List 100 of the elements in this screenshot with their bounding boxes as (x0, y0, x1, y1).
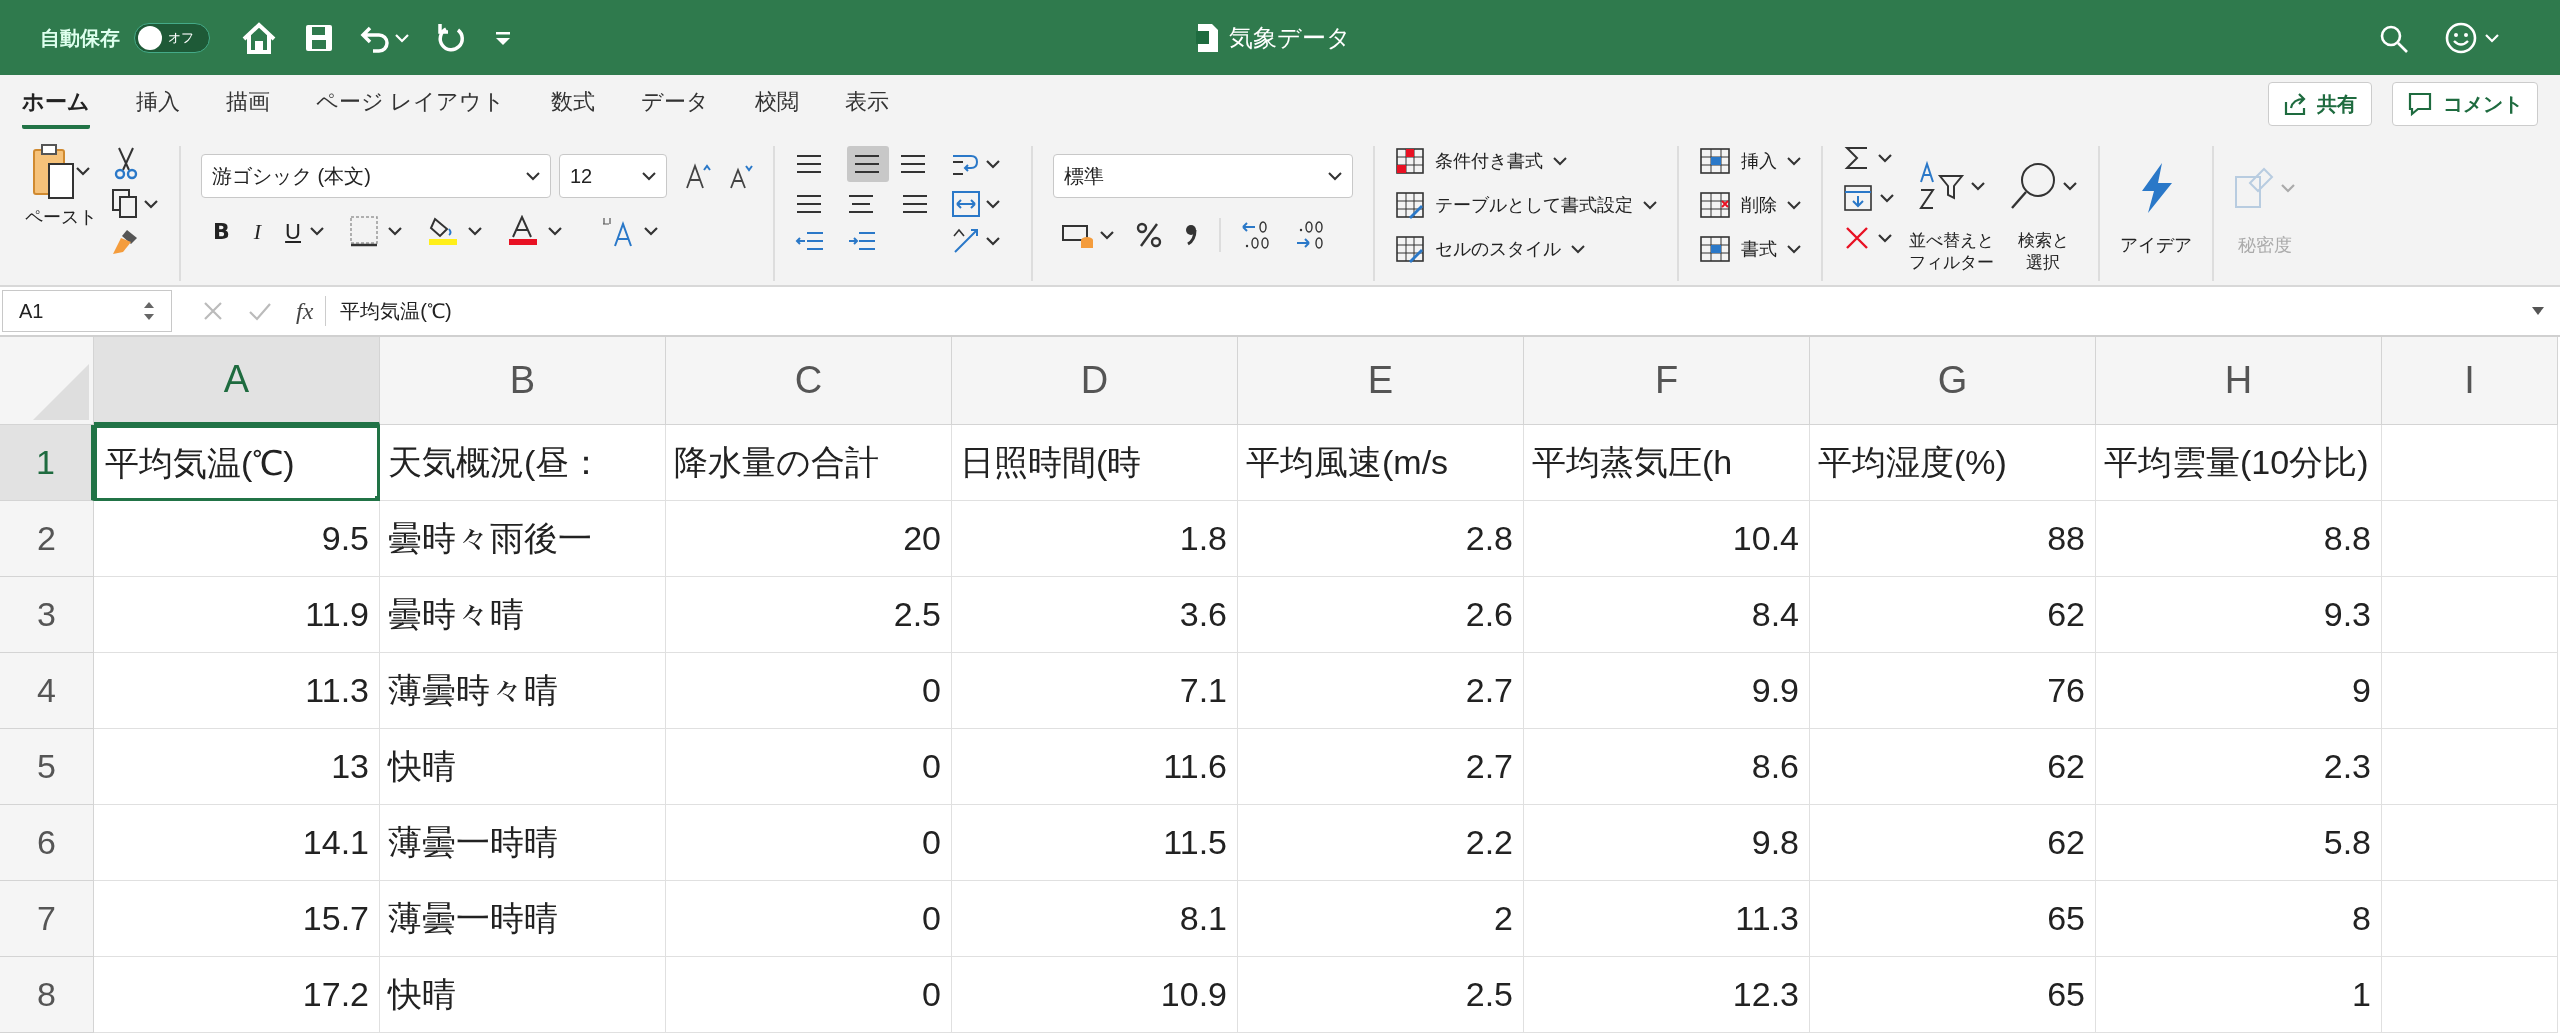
column-header[interactable]: F (1524, 337, 1810, 425)
ribbon-tab[interactable]: 表示 (845, 78, 890, 129)
sort-filter-button[interactable]: 並べ替えと フィルター (1909, 142, 1994, 274)
ribbon-tab[interactable]: 挿入 (136, 78, 180, 129)
dropdown-caret-icon[interactable] (547, 224, 563, 238)
dropdown-caret-icon[interactable] (75, 164, 91, 178)
autosave-toggle[interactable]: オフ (134, 22, 210, 53)
cells-menu-item[interactable]: 削除 (1699, 188, 1801, 222)
number-format-dropdown[interactable]: 標準 (1053, 154, 1353, 198)
insert-function-button[interactable]: fx (296, 293, 314, 329)
increase-indent-icon[interactable] (847, 229, 877, 253)
column-header[interactable]: E (1238, 337, 1524, 425)
conditional-format-icon[interactable] (1395, 147, 1425, 175)
borders-icon[interactable] (349, 215, 379, 247)
dropdown-caret-icon[interactable] (985, 234, 1001, 248)
ribbon-tab[interactable]: 数式 (551, 78, 596, 129)
dropdown-caret-icon[interactable] (309, 224, 325, 238)
dropdown-caret-icon[interactable] (643, 224, 659, 238)
dropdown-caret-icon[interactable] (1877, 151, 1893, 165)
comma-style-icon[interactable] (1183, 222, 1199, 248)
column-header[interactable]: B (380, 337, 666, 425)
format-as-table-icon[interactable] (1395, 191, 1425, 219)
dropdown-caret-icon[interactable] (1553, 156, 1567, 166)
underline-button[interactable]: U (285, 214, 301, 248)
font-size-dropdown[interactable]: 12 (559, 154, 667, 198)
row-header[interactable]: 3 (0, 577, 94, 653)
dropdown-caret-icon[interactable] (1571, 244, 1585, 254)
dropdown-caret-icon[interactable] (1969, 179, 1986, 193)
dropdown-caret-icon[interactable] (985, 157, 1001, 171)
increase-font-size-icon[interactable] (685, 162, 711, 190)
table-cell-text: 8.8 (2323, 518, 2371, 559)
italic-button[interactable]: I (253, 214, 262, 248)
dropdown-caret-icon[interactable] (1787, 200, 1801, 210)
delete-cells-icon[interactable] (1699, 191, 1731, 219)
save-icon[interactable] (304, 22, 334, 53)
row-header[interactable]: 5 (0, 729, 94, 805)
row-header[interactable]: 2 (0, 501, 94, 577)
customize-toolbar-icon[interactable] (494, 29, 512, 46)
dropdown-caret-icon[interactable] (1099, 228, 1115, 242)
fill-color-icon[interactable] (427, 215, 459, 247)
ideas-button[interactable]: アイデア (2120, 142, 2192, 259)
column-header[interactable]: I (2382, 337, 2558, 425)
column-header[interactable]: D (952, 337, 1238, 425)
home-icon[interactable] (240, 20, 278, 55)
paste-button[interactable]: ペースト (25, 142, 97, 256)
table-cell-text: 2.3 (2323, 746, 2371, 787)
dropdown-caret-icon[interactable] (1643, 200, 1657, 210)
merge-center-icon[interactable] (951, 190, 981, 218)
dropdown-caret-icon[interactable] (1787, 156, 1801, 166)
insert-cells-icon[interactable] (1699, 147, 1731, 175)
formula-input[interactable]: 平均気温(℃) (326, 287, 2530, 335)
format-painter-icon[interactable] (111, 228, 139, 256)
bold-button[interactable]: B (213, 214, 230, 248)
dropdown-caret-icon[interactable] (143, 197, 159, 211)
styles-menu-item[interactable]: セルのスタイル (1395, 232, 1657, 266)
dropdown-caret-icon[interactable] (526, 171, 540, 181)
row-header[interactable]: 8 (0, 957, 94, 1033)
column-header[interactable]: H (2096, 337, 2382, 425)
dropdown-caret-icon[interactable] (1328, 171, 1342, 181)
clipboard-icon[interactable] (31, 142, 75, 200)
dropdown-caret-icon[interactable] (1879, 191, 1895, 205)
find-select-button[interactable]: 検索と 選択 (2008, 142, 2078, 274)
column-header[interactable]: C (666, 337, 952, 425)
dropdown-caret-icon[interactable] (1787, 244, 1801, 254)
percent-icon[interactable] (1135, 220, 1163, 250)
font-color-icon[interactable] (507, 215, 539, 247)
dropdown-caret-icon[interactable] (1877, 231, 1893, 245)
ribbon-tab[interactable]: 描画 (226, 78, 270, 129)
row-header[interactable]: 4 (0, 653, 94, 729)
row-header[interactable]: 7 (0, 881, 94, 957)
column-header[interactable]: G (1810, 337, 2096, 425)
dropdown-caret-icon[interactable] (985, 197, 1001, 211)
dropdown-caret-icon[interactable] (467, 224, 483, 238)
fill-down-icon[interactable] (1843, 184, 1873, 212)
ribbon-tab[interactable]: ページ レイアウト (316, 78, 506, 129)
row-header[interactable]: 6 (0, 805, 94, 881)
styles-menu-item[interactable]: テーブルとして書式設定 (1395, 188, 1657, 222)
cells-menu-item[interactable]: 挿入 (1699, 144, 1801, 178)
comment-icon[interactable] (2407, 90, 2433, 117)
share-icon[interactable] (2283, 91, 2307, 116)
decrease-indent-icon[interactable] (795, 229, 825, 253)
dropdown-caret-icon[interactable] (387, 224, 403, 238)
column-header[interactable]: A (94, 337, 380, 425)
styles-menu-item[interactable]: 条件付き書式 (1395, 144, 1657, 178)
font-name-dropdown[interactable]: 游ゴシック (本文) (201, 154, 551, 198)
sort-filter-icon[interactable] (1917, 160, 1966, 212)
ribbon-tab[interactable]: ホーム (22, 78, 90, 129)
copy-icon[interactable] (111, 188, 139, 220)
row-header[interactable]: 1 (0, 425, 94, 501)
smiley-face-icon[interactable] (2444, 20, 2478, 55)
ribbon-tab[interactable]: 校閲 (755, 78, 800, 129)
cells-menu-item[interactable]: 書式 (1699, 232, 1801, 266)
share-button[interactable]: 共有 (2268, 81, 2372, 126)
dropdown-caret-icon[interactable] (642, 171, 656, 181)
comment-button[interactable]: コメント (2392, 81, 2538, 126)
dropdown-caret-icon[interactable] (2062, 179, 2078, 193)
cell-styles-icon[interactable] (1395, 235, 1425, 263)
format-cells-icon[interactable] (1699, 235, 1731, 263)
ribbon-tab[interactable]: データ (641, 78, 710, 129)
name-box[interactable]: A1 (2, 290, 172, 332)
